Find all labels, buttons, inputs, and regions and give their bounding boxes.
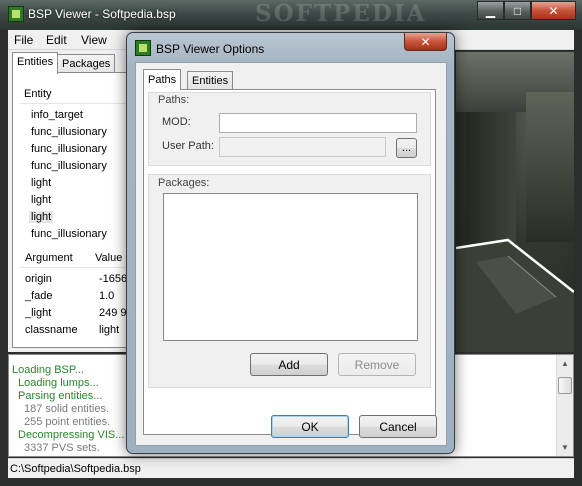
maximize-button[interactable]: □ xyxy=(504,1,531,20)
scroll-down-arrow-icon[interactable]: ▼ xyxy=(557,439,573,456)
main-close-button[interactable]: ✕ xyxy=(531,1,576,20)
log-line: Loading BSP... xyxy=(12,364,84,376)
mod-input[interactable] xyxy=(219,113,417,133)
remove-package-button[interactable]: Remove xyxy=(338,353,416,376)
list-item[interactable]: light xyxy=(31,177,51,189)
3d-viewport[interactable] xyxy=(456,52,574,352)
entities-panel: Entity info_target func_illusionary func… xyxy=(12,72,143,348)
user-path-label: User Path: xyxy=(162,140,214,152)
value-cell: -1656 xyxy=(99,273,128,285)
log-scrollbar[interactable]: ▲ ▼ xyxy=(556,355,573,456)
scroll-up-arrow-icon[interactable]: ▲ xyxy=(557,355,573,372)
dialog-client-area: Paths Entities Paths: MOD: User Path: ..… xyxy=(135,62,447,446)
value-cell: light xyxy=(99,324,120,336)
user-path-input[interactable] xyxy=(219,137,386,157)
main-title-bar[interactable]: SOFTPEDIA BSP Viewer - Softpedia.bsp ▁ □… xyxy=(0,0,582,30)
softpedia-watermark: SOFTPEDIA xyxy=(255,0,427,27)
argument-column-header[interactable]: Argument xyxy=(25,252,73,264)
paths-tab-page: Paths: MOD: User Path: ... Packages: Add… xyxy=(143,89,436,435)
packages-group-title: Packages: xyxy=(158,177,210,189)
app-icon xyxy=(8,6,24,22)
minimize-button[interactable]: ▁ xyxy=(477,1,504,20)
left-pane: Entities Packages Entity info_target fun… xyxy=(8,50,143,352)
cancel-button[interactable]: Cancel xyxy=(359,415,437,438)
packages-group: Packages: Add Remove xyxy=(148,174,431,388)
value-cell: 1.0 xyxy=(99,290,115,302)
list-item-selected[interactable]: light xyxy=(29,211,54,223)
status-file-path: C:\Softpedia\Softpedia.bsp xyxy=(10,463,141,475)
tab-dialog-entities[interactable]: Entities xyxy=(187,71,234,89)
list-item[interactable]: func_illusionary xyxy=(31,143,107,155)
status-bar: C:\Softpedia\Softpedia.bsp xyxy=(8,458,574,478)
ok-button[interactable]: OK xyxy=(271,415,349,438)
entity-list[interactable]: info_target func_illusionary func_illusi… xyxy=(19,107,143,263)
menu-edit[interactable]: Edit xyxy=(46,33,67,47)
menu-view[interactable]: View xyxy=(81,33,107,47)
list-item[interactable]: func_illusionary xyxy=(31,126,107,138)
tab-paths[interactable]: Paths xyxy=(143,69,182,90)
argument-cell: _fade xyxy=(25,290,53,302)
mod-label: MOD: xyxy=(162,116,191,128)
log-line: 255 point entities. xyxy=(24,416,111,428)
options-dialog: BSP Viewer Options ✕ Paths Entities Path… xyxy=(126,32,455,454)
menu-file[interactable]: File xyxy=(14,33,33,47)
main-caption-buttons: ▁ □ ✕ xyxy=(477,1,576,20)
value-column-header[interactable]: Value xyxy=(95,252,122,264)
tab-entities[interactable]: Entities xyxy=(12,52,59,74)
log-line: 187 solid entities. xyxy=(24,403,109,415)
dialog-title: BSP Viewer Options xyxy=(156,42,265,56)
paths-group-title: Paths: xyxy=(158,94,190,106)
add-package-button[interactable]: Add xyxy=(250,353,328,376)
scrollbar-thumb[interactable] xyxy=(558,377,572,394)
packages-list[interactable] xyxy=(163,193,418,341)
tab-packages[interactable]: Packages xyxy=(57,54,116,74)
argument-cell: origin xyxy=(25,273,52,285)
list-item[interactable]: func_illusionary xyxy=(31,160,107,172)
argument-cell: classname xyxy=(25,324,78,336)
entity-column-header[interactable]: Entity xyxy=(24,88,52,100)
viewport-geometry xyxy=(456,238,574,352)
dialog-app-icon xyxy=(135,40,151,56)
browse-button[interactable]: ... xyxy=(396,138,417,158)
log-line: Decompressing VIS... xyxy=(18,429,125,441)
paths-group: Paths: MOD: User Path: ... xyxy=(148,92,431,166)
list-item[interactable]: light xyxy=(31,194,51,206)
main-window-title: BSP Viewer - Softpedia.bsp xyxy=(28,7,176,21)
log-line: 3337 PVS sets. xyxy=(24,442,100,454)
dialog-close-button[interactable]: ✕ xyxy=(404,33,447,51)
argument-cell: _light xyxy=(25,307,52,319)
log-line: Parsing entities... xyxy=(18,390,103,402)
list-item[interactable]: func_illusionary xyxy=(31,228,107,240)
log-line: Loading lumps... xyxy=(18,377,99,389)
list-item[interactable]: info_target xyxy=(31,109,83,121)
entity-list-header[interactable]: Entity xyxy=(20,85,140,104)
arguments-header: Argument Value xyxy=(19,249,143,268)
arguments-table[interactable]: Argument Value origin -1656 _fade 1.0 _l… xyxy=(19,249,143,355)
